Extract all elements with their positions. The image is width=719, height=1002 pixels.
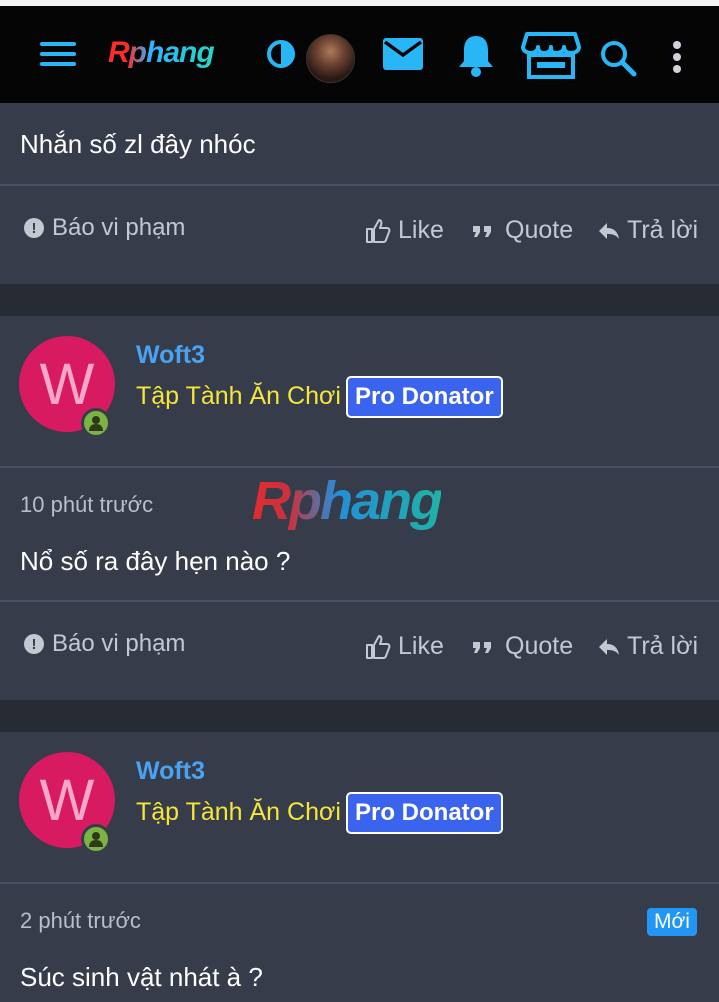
- thumbs-up-icon: [366, 218, 391, 243]
- report-button[interactable]: ! Báo vi phạm: [24, 630, 185, 658]
- reply-label: Trả lời: [627, 216, 699, 244]
- theme-toggle-icon[interactable]: [266, 39, 296, 69]
- bell-icon[interactable]: [456, 32, 496, 78]
- like-label: Like: [398, 216, 444, 244]
- more-vert-icon[interactable]: [670, 40, 684, 74]
- warning-icon: !: [24, 634, 44, 654]
- warning-icon: !: [24, 218, 44, 238]
- like-button[interactable]: Like: [364, 632, 444, 661]
- username[interactable]: Woft3: [136, 341, 205, 370]
- mail-icon[interactable]: [381, 36, 425, 72]
- username[interactable]: Woft3: [136, 757, 205, 786]
- online-status-icon: [81, 824, 111, 854]
- quote-button[interactable]: Quote: [471, 632, 573, 661]
- divider: [0, 882, 719, 884]
- reply-icon: [599, 222, 619, 239]
- post-time[interactable]: 2 phút trước: [20, 908, 141, 934]
- online-status-icon: [81, 408, 111, 438]
- quote-icon: [473, 225, 491, 237]
- quote-icon: [473, 641, 491, 653]
- navbar: Rphang: [0, 6, 719, 103]
- report-label: Báo vi phạm: [52, 630, 186, 657]
- user-title: Tập Tành Ăn Chơi: [136, 798, 341, 826]
- store-icon[interactable]: [521, 30, 581, 80]
- post-card: W Woft3 Tập Tành Ăn Chơi Pro Donator 2 p…: [0, 732, 719, 1002]
- divider: [0, 184, 719, 186]
- divider: [0, 466, 719, 468]
- post-content: Nổ số ra đây hẹn nào ?: [20, 546, 291, 576]
- quote-label: Quote: [505, 216, 574, 244]
- post-content: Súc sinh vật nhát à ?: [20, 962, 263, 992]
- like-button[interactable]: Like: [364, 216, 444, 245]
- new-badge: Mới: [647, 908, 697, 936]
- divider: [0, 600, 719, 602]
- post-actions: ! Báo vi phạm Like Quote Trả lời: [0, 214, 719, 254]
- reply-icon: [599, 638, 619, 655]
- site-logo[interactable]: Rphang: [108, 36, 215, 70]
- search-icon[interactable]: [599, 39, 637, 77]
- post-actions: ! Báo vi phạm Like Quote Trả lời: [0, 630, 719, 670]
- quote-label: Quote: [505, 632, 574, 660]
- post-content: Nhắn số zl đây nhóc: [20, 129, 256, 159]
- pro-donator-badge: Pro Donator: [346, 376, 503, 418]
- pro-donator-badge: Pro Donator: [346, 792, 503, 834]
- report-label: Báo vi phạm: [52, 214, 186, 241]
- watermark-logo: Rphang: [252, 471, 443, 531]
- quote-button[interactable]: Quote: [471, 216, 573, 245]
- user-avatar[interactable]: [306, 34, 355, 83]
- like-label: Like: [398, 632, 444, 660]
- thumbs-up-icon: [366, 634, 391, 659]
- post-card: Nhắn số zl đây nhóc ! Báo vi phạm Like Q…: [0, 103, 719, 284]
- reply-label: Trả lời: [627, 632, 699, 660]
- menu-icon[interactable]: [38, 40, 78, 68]
- post-time[interactable]: 10 phút trước: [20, 492, 153, 518]
- reply-button[interactable]: Trả lời: [597, 216, 698, 245]
- user-title: Tập Tành Ăn Chơi: [136, 382, 341, 410]
- report-button[interactable]: ! Báo vi phạm: [24, 214, 185, 242]
- reply-button[interactable]: Trả lời: [597, 632, 698, 661]
